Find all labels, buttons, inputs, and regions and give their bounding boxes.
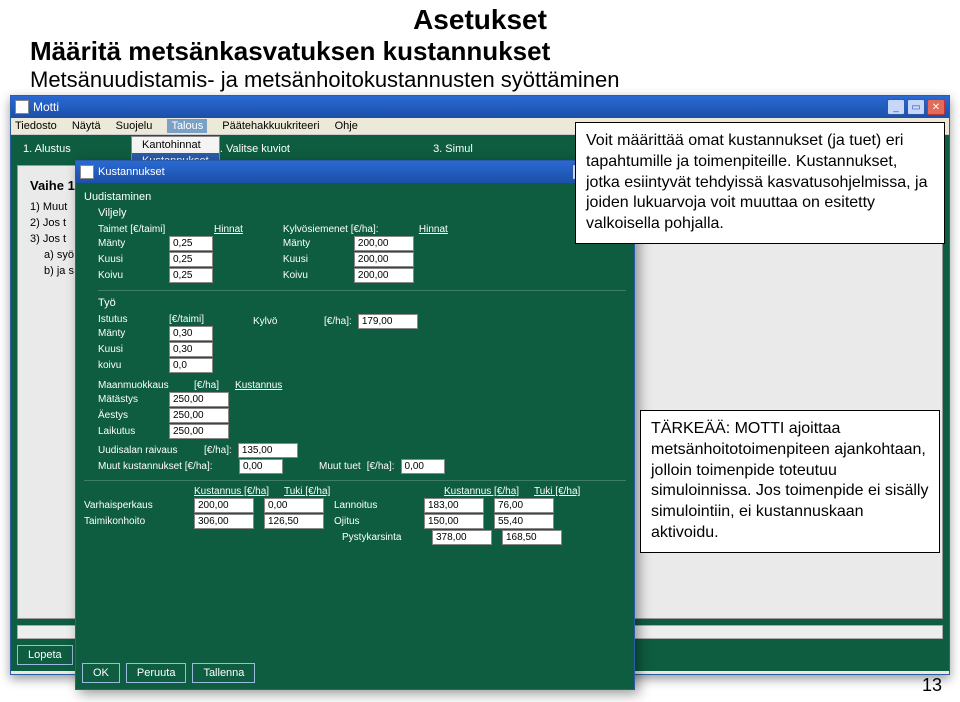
menu-nayta[interactable]: Näytä [72, 120, 101, 132]
muutk-val[interactable] [239, 459, 283, 474]
row-ist-manty: Mänty [98, 328, 163, 339]
varhaisperkaus-tuki[interactable] [264, 498, 324, 513]
lbl-taimikonhoito: Taimikonhoito [84, 516, 184, 527]
sec-uudistaminen: Uudistaminen [84, 191, 626, 203]
istutus-manty[interactable] [169, 326, 213, 341]
motti-titlebar: Motti _ ▭ ✕ [11, 96, 949, 118]
page-number: 13 [922, 675, 942, 696]
row-koivu-2: Koivu [283, 270, 348, 281]
slide-subtitle-1: Määritä metsänkasvatuksen kustannukset [0, 36, 960, 67]
kylvo-val[interactable] [358, 314, 418, 329]
app-icon [15, 100, 29, 114]
callout-1: Voit määrittää omat kustannukset (ja tue… [575, 122, 945, 244]
step-2: 2. Valitse kuviot [214, 143, 290, 155]
dropdown-kantohinnat[interactable]: Kantohinnat [132, 137, 219, 153]
hdr-tuki-b1: Tuki [€/ha] [284, 486, 344, 497]
hdr-tuki-b2: Tuki [€/ha] [534, 486, 594, 497]
ok-button[interactable]: OK [82, 663, 120, 683]
uudisalan-unit: [€/ha]: [204, 445, 232, 456]
hdr-hinnat-1: Hinnat [214, 224, 243, 235]
istutus-kuusi[interactable] [169, 342, 213, 357]
uudisalan-label: Uudisalan raivaus [98, 445, 198, 456]
col-kylvosiem: Kylvösiemenet [€/ha]: [283, 224, 413, 235]
lbl-lannoitus: Lannoitus [334, 500, 414, 511]
pystykarsinta-kust[interactable] [432, 530, 492, 545]
menu-ohje[interactable]: Ohje [335, 120, 358, 132]
step-1: 1. Alustus [23, 143, 71, 155]
kylvo-unit: [€/ha]: [324, 316, 352, 327]
taimikonhoito-kust[interactable] [194, 514, 254, 529]
callout-2: TÄRKEÄÄ: MOTTI ajoittaa metsänhoitotoime… [640, 410, 940, 553]
lopeta-button[interactable]: Lopeta [17, 645, 73, 665]
lbl-varhaisperkaus: Varhaisperkaus [84, 500, 184, 511]
bottom-grid: Kustannus [€/ha] Tuki [€/ha] Kustannus [… [84, 480, 626, 545]
muutk-label: Muut kustannukset [€/ha]: [98, 461, 233, 472]
unit-eha-1: [€/ha] [194, 380, 219, 391]
hdr-kust-b2: Kustannus [€/ha] [444, 486, 524, 497]
muutt-unit: [€/ha]: [367, 461, 395, 472]
lbl-ojitus: Ojitus [334, 516, 414, 527]
row-kuusi-2: Kuusi [283, 254, 348, 265]
uudisalan-val[interactable] [238, 443, 298, 458]
lbl-pystykarsinta: Pystykarsinta [342, 532, 422, 543]
sec-viljely: Viljely [98, 207, 626, 219]
kylvo-koivu[interactable] [354, 268, 414, 283]
lannoitus-kust[interactable] [424, 498, 484, 513]
col-istutus: Istutus [98, 314, 163, 325]
dialog-body: Uudistaminen Viljely Taimet [€/taimi] Hi… [76, 183, 634, 689]
muokkaus-aestys[interactable] [169, 408, 229, 423]
muokkaus-matastys[interactable] [169, 392, 229, 407]
menu-talous[interactable]: Talous [167, 119, 207, 133]
maximize-button[interactable]: ▭ [907, 99, 925, 115]
window-title: Motti [33, 100, 59, 114]
sec-tyo: Työ [98, 297, 626, 309]
row-ist-kuusi: Kuusi [98, 344, 163, 355]
menu-paatehakkuu[interactable]: Päätehakkuukriteeri [222, 120, 319, 132]
hdr-kustannus: Kustannus [235, 380, 282, 391]
ojitus-tuki[interactable] [494, 514, 554, 529]
muutt-label: Muut tuet [319, 461, 361, 472]
col-maanmuokkaus: Maanmuokkaus [98, 380, 188, 391]
menu-tiedosto[interactable]: Tiedosto [15, 120, 57, 132]
row-aestys: Äestys [98, 410, 163, 421]
row-manty-2: Mänty [283, 238, 348, 249]
kustannukset-dialog: Kustannukset _ ▭ ✕ Uudistaminen Viljely … [75, 160, 635, 690]
dialog-title: Kustannukset [98, 166, 165, 178]
hdr-hinnat-2: Hinnat [419, 224, 448, 235]
hdr-kust-b1: Kustannus [€/ha] [194, 486, 274, 497]
close-button[interactable]: ✕ [927, 99, 945, 115]
slide-title: Asetukset [0, 0, 960, 36]
kylvo-kuusi[interactable] [354, 252, 414, 267]
tallenna-button[interactable]: Tallenna [192, 663, 255, 683]
row-koivu-1: Koivu [98, 270, 163, 281]
varhaisperkaus-kust[interactable] [194, 498, 254, 513]
taimet-koivu[interactable] [169, 268, 213, 283]
dialog-icon [80, 165, 94, 179]
menu-suojelu[interactable]: Suojelu [116, 120, 153, 132]
slide-subtitle-2: Metsänuudistamis- ja metsänhoitokustannu… [0, 67, 960, 93]
muokkaus-laikutus[interactable] [169, 424, 229, 439]
taimet-kuusi[interactable] [169, 252, 213, 267]
kylvo-manty[interactable] [354, 236, 414, 251]
minimize-button[interactable]: _ [887, 99, 905, 115]
row-ist-koivu: koivu [98, 360, 163, 371]
lannoitus-tuki[interactable] [494, 498, 554, 513]
pystykarsinta-tuki[interactable] [502, 530, 562, 545]
dialog-titlebar: Kustannukset _ ▭ ✕ [76, 161, 634, 183]
step-3: 3. Simul [433, 143, 473, 155]
peruuta-button[interactable]: Peruuta [126, 663, 187, 683]
taimikonhoito-tuki[interactable] [264, 514, 324, 529]
row-laikutus: Laikutus [98, 426, 163, 437]
unit-etaimi: [€/taimi] [169, 314, 204, 325]
ojitus-kust[interactable] [424, 514, 484, 529]
row-manty-1: Mänty [98, 238, 163, 249]
taimet-manty[interactable] [169, 236, 213, 251]
col-taimet: Taimet [€/taimi] [98, 224, 208, 235]
istutus-koivu[interactable] [169, 358, 213, 373]
muutt-val[interactable] [401, 459, 445, 474]
kylvo-label: Kylvö [253, 316, 318, 327]
row-kuusi-1: Kuusi [98, 254, 163, 265]
row-matastys: Mätästys [98, 394, 163, 405]
